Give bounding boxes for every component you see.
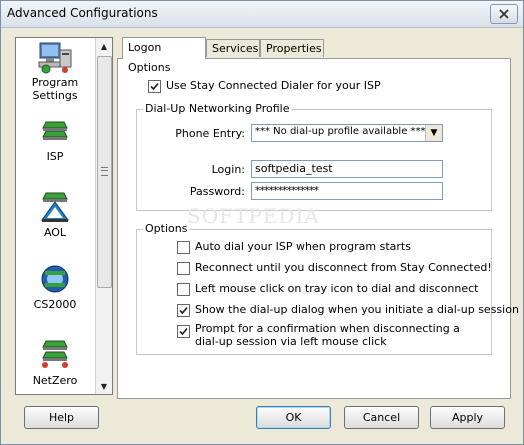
tray-click-checkbox[interactable] bbox=[177, 283, 190, 296]
scroll-thumb[interactable] bbox=[97, 56, 112, 288]
sidebar-item-netzero[interactable]: NetZero bbox=[16, 338, 94, 387]
password-label: Password: bbox=[189, 185, 245, 198]
sidebar-item-label: AOL bbox=[43, 226, 67, 239]
checkmark-icon bbox=[150, 82, 159, 91]
logon-options-panel: Use Stay Connected Dialer for your ISP D… bbox=[117, 58, 519, 399]
phone-entry-label: Phone Entry: bbox=[175, 127, 245, 140]
reconnect-checkbox[interactable] bbox=[177, 262, 190, 275]
group-label: Options bbox=[143, 222, 190, 235]
sidebar-item-label: ISP bbox=[46, 150, 64, 163]
close-icon bbox=[499, 9, 509, 19]
sidebar-item-cs2000[interactable]: CS2000 bbox=[16, 262, 94, 311]
login-label: Login: bbox=[211, 163, 245, 176]
chevron-down-icon[interactable]: ▼ bbox=[425, 125, 442, 141]
show-dialog-label: Show the dial-up dialog when you initiat… bbox=[195, 303, 519, 316]
cancel-button[interactable]: Cancel bbox=[344, 406, 419, 429]
prompt-confirmation-label: Prompt for a confirmation when disconnec… bbox=[195, 322, 460, 348]
prompt-confirmation-checkbox[interactable] bbox=[177, 325, 190, 338]
softpedia-watermark: SOFTPEDIA bbox=[187, 204, 320, 228]
apply-button[interactable]: Apply bbox=[430, 406, 505, 429]
checkmark-icon bbox=[179, 306, 188, 315]
help-button[interactable]: Help bbox=[24, 406, 99, 429]
aol-icon bbox=[41, 192, 69, 222]
sidebar-item-aol[interactable]: AOL bbox=[16, 190, 94, 239]
reconnect-label: Reconnect until you disconnect from Stay… bbox=[195, 261, 492, 274]
program-settings-icon bbox=[38, 42, 72, 74]
netzero-icon bbox=[42, 340, 68, 368]
sidebar-item-isp[interactable]: ISP bbox=[16, 118, 94, 163]
group-label: Dial-Up Networking Profile bbox=[143, 102, 292, 115]
cs2000-icon bbox=[41, 265, 69, 293]
window-title: Advanced Configurations bbox=[7, 6, 158, 20]
title-bar[interactable]: Advanced Configurations bbox=[1, 1, 523, 28]
ok-button[interactable]: OK bbox=[256, 406, 331, 429]
auto-dial-label: Auto dial your ISP when program starts bbox=[195, 240, 411, 253]
auto-dial-checkbox[interactable] bbox=[177, 241, 190, 254]
scroll-up-arrow-icon[interactable]: ▲ bbox=[96, 38, 112, 54]
tab-logon-options[interactable]: Logon Options bbox=[122, 37, 206, 74]
dialup-profile-group: Dial-Up Networking Profile Phone Entry: … bbox=[136, 102, 492, 211]
login-input[interactable]: softpedia_test bbox=[251, 160, 443, 178]
category-sidebar: Program Settings ISP AOL CS2000 NetZero … bbox=[15, 37, 113, 395]
tray-click-label: Left mouse click on tray icon to dial an… bbox=[195, 282, 479, 295]
sidebar-item-program-settings[interactable]: Program Settings bbox=[16, 40, 94, 102]
phone-entry-value: *** No dial-up profile available *** bbox=[255, 126, 426, 137]
use-dialer-checkbox[interactable] bbox=[148, 80, 161, 93]
sidebar-item-label: CS2000 bbox=[33, 298, 77, 311]
use-dialer-label: Use Stay Connected Dialer for your ISP bbox=[166, 79, 381, 92]
isp-icon bbox=[42, 121, 68, 140]
password-input[interactable]: ************** bbox=[251, 182, 443, 200]
sidebar-item-label: Program Settings bbox=[31, 76, 79, 102]
scroll-down-arrow-icon[interactable]: ▼ bbox=[96, 378, 112, 394]
sidebar-item-label: NetZero bbox=[32, 374, 78, 387]
close-button[interactable] bbox=[490, 4, 518, 24]
tab-properties[interactable]: Properties bbox=[260, 39, 324, 57]
grip-icon bbox=[101, 167, 108, 176]
checkmark-icon bbox=[179, 327, 188, 336]
advanced-configurations-window: Advanced Configurations Program Settings bbox=[0, 0, 524, 445]
show-dialog-checkbox[interactable] bbox=[177, 304, 190, 317]
tab-services[interactable]: Services bbox=[206, 39, 260, 57]
options-group: Options Auto dial your ISP when program … bbox=[136, 222, 519, 355]
phone-entry-select[interactable]: *** No dial-up profile available *** ▼ bbox=[251, 124, 443, 142]
sidebar-scrollbar[interactable]: ▲ ▼ bbox=[95, 38, 112, 394]
